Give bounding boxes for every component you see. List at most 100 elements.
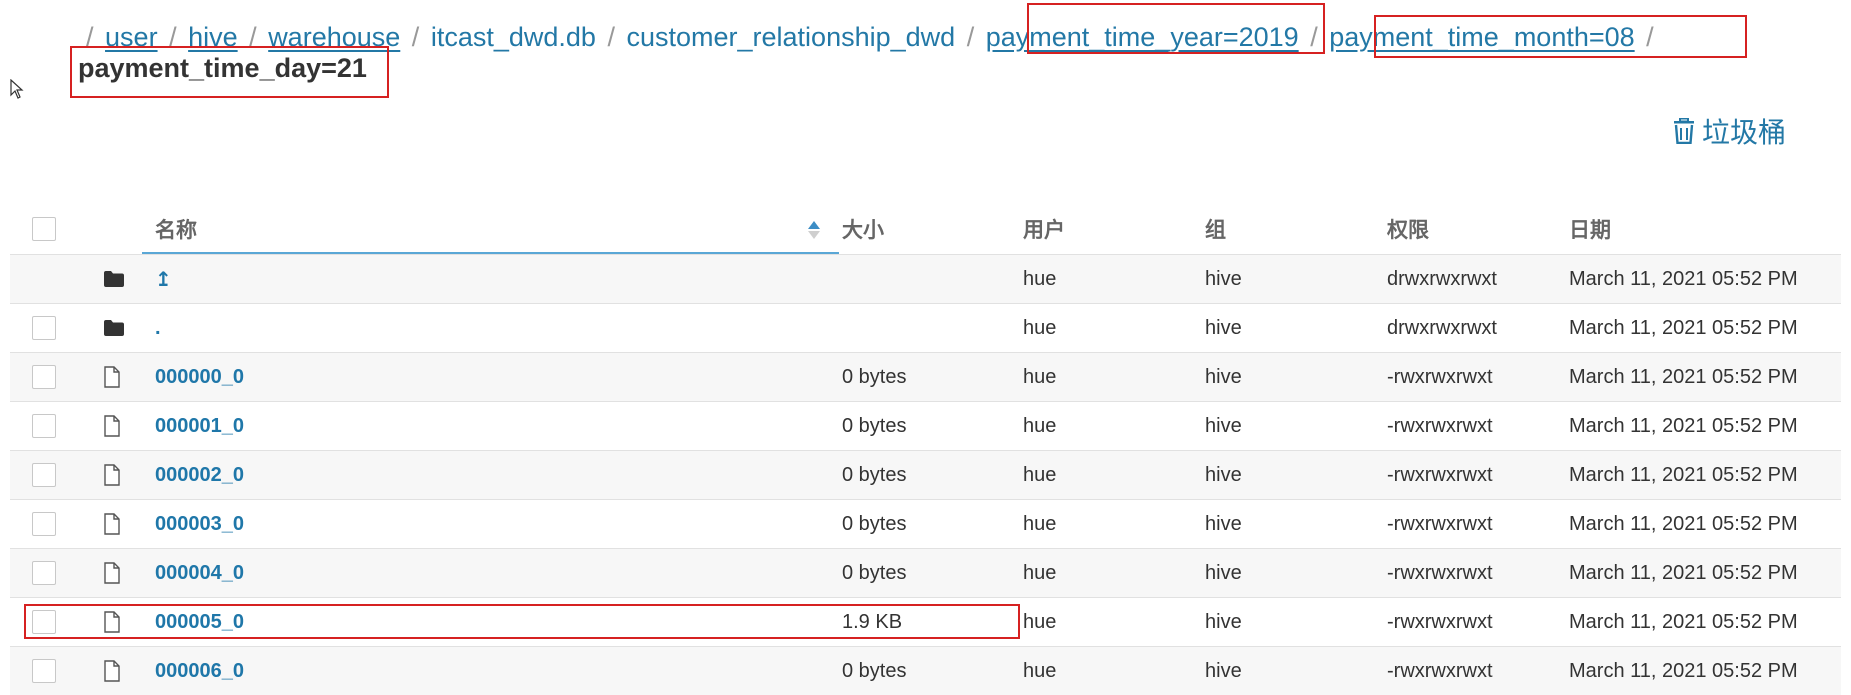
breadcrumb-separator: / [966,22,975,52]
table-row[interactable]: . hue hive drwxrwxrwxt March 11, 2021 05:52 … [10,303,1841,352]
column-header-permissions[interactable]: 权限 [1387,204,1429,254]
file-group: hive [1205,316,1242,339]
breadcrumb-separator: / [1646,22,1654,52]
file-name-link[interactable]: 000004_0 [155,562,244,585]
file-name-link[interactable]: 000000_0 [155,366,244,389]
file-name-link[interactable]: 000005_0 [155,611,244,634]
file-date: March 11, 2021 05:52 PM [1569,414,1798,437]
file-group: hive [1205,414,1242,437]
column-header-size[interactable]: 大小 [842,204,884,254]
file-group: hive [1205,267,1242,290]
table-row[interactable]: 000006_0 0 bytes hue hive -rwxrwxrwxt March 1… [10,646,1841,695]
file-size: 1.9 KB [842,610,903,633]
file-icon [103,500,121,548]
trash-icon [1674,118,1694,144]
mouse-cursor-icon [10,79,24,99]
file-date: March 11, 2021 05:52 PM [1569,610,1798,633]
select-all-checkbox[interactable] [32,217,56,241]
trash-button[interactable]: 垃圾桶 [1672,111,1786,151]
trash-label: 垃圾桶 [1702,117,1787,148]
file-group: hive [1205,659,1242,682]
file-user: hue [1023,316,1057,339]
breadcrumb-table[interactable]: customer_relationship_dwd [626,22,955,52]
file-user: hue [1023,414,1057,437]
row-checkbox[interactable] [32,365,56,389]
folder-icon [103,304,125,352]
file-group: hive [1205,512,1242,535]
table-row[interactable]: 000001_0 0 bytes hue hive -rwxrwxrwxt March 1… [10,401,1841,450]
file-group: hive [1205,610,1242,633]
file-group: hive [1205,561,1242,584]
folder-icon [103,255,125,303]
file-name-link[interactable]: 000006_0 [155,660,244,683]
breadcrumb-partition-month[interactable]: payment_time_month=08 [1329,22,1634,52]
file-date: March 11, 2021 05:52 PM [1569,659,1798,682]
file-table: 名称 大小 用户 组 权限 日期 ↥ hue hive drwxrwxrwxt Marc… [10,204,1841,695]
file-user: hue [1023,561,1057,584]
file-name-link[interactable]: . [155,317,161,340]
file-permissions: drwxrwxrwxt [1387,316,1497,339]
table-header-row: 名称 大小 用户 组 权限 日期 [10,204,1841,254]
file-date: March 11, 2021 05:52 PM [1569,512,1798,535]
table-row[interactable]: 000004_0 0 bytes hue hive -rwxrwxrwxt March 1… [10,548,1841,597]
file-icon [103,451,121,499]
file-name-link[interactable]: 000002_0 [155,464,244,487]
breadcrumb-separator: / [607,22,615,52]
file-name-link[interactable]: 000001_0 [155,415,244,438]
column-header-name[interactable]: 名称 [155,204,197,254]
row-checkbox[interactable] [32,659,56,683]
file-icon [103,647,121,695]
table-row[interactable]: 000000_0 0 bytes hue hive -rwxrwxrwxt March 1… [10,352,1841,401]
column-header-date[interactable]: 日期 [1569,204,1611,254]
file-user: hue [1023,659,1057,682]
file-permissions: -rwxrwxrwxt [1387,610,1493,633]
file-icon [103,353,121,401]
file-size: 0 bytes [842,365,907,388]
file-date: March 11, 2021 05:52 PM [1569,267,1798,290]
file-user: hue [1023,512,1057,535]
table-row[interactable]: 000002_0 0 bytes hue hive -rwxrwxrwxt March 1… [10,450,1841,499]
file-user: hue [1023,267,1057,290]
file-user: hue [1023,463,1057,486]
file-permissions: drwxrwxrwxt [1387,267,1497,290]
file-name-link[interactable]: 000003_0 [155,513,244,536]
breadcrumb-database[interactable]: itcast_dwd.db [431,22,596,52]
row-checkbox[interactable] [32,610,56,634]
file-icon [103,549,121,597]
column-header-group[interactable]: 组 [1205,204,1226,254]
row-checkbox[interactable] [32,561,56,585]
table-row[interactable]: 000005_0 1.9 KB hue hive -rwxrwxrwxt March 11… [10,597,1841,646]
file-date: March 11, 2021 05:52 PM [1569,316,1798,339]
file-icon [103,598,121,646]
file-size: 0 bytes [842,512,907,535]
breadcrumb-separator: / [411,22,420,52]
file-user: hue [1023,365,1057,388]
file-permissions: -rwxrwxrwxt [1387,414,1493,437]
file-permissions: -rwxrwxrwxt [1387,659,1493,682]
row-checkbox[interactable] [32,463,56,487]
breadcrumb-partition-year[interactable]: payment_time_year=2019 [986,22,1299,52]
file-permissions: -rwxrwxrwxt [1387,463,1493,486]
file-size: 0 bytes [842,659,907,682]
row-checkbox[interactable] [32,316,56,340]
sort-ascending-icon[interactable] [806,219,822,241]
table-row[interactable]: 000003_0 0 bytes hue hive -rwxrwxrwxt March 1… [10,499,1841,548]
file-permissions: -rwxrwxrwxt [1387,365,1493,388]
table-row[interactable]: ↥ hue hive drwxrwxrwxt March 11, 2021 05:52 … [10,254,1841,303]
file-permissions: -rwxrwxrwxt [1387,561,1493,584]
breadcrumb-current: payment_time_day=21 [78,53,367,83]
file-group: hive [1205,365,1242,388]
file-user: hue [1023,610,1057,633]
file-size: 0 bytes [842,463,907,486]
breadcrumb-separator: / [1310,22,1318,52]
file-size: 0 bytes [842,561,907,584]
file-date: March 11, 2021 05:52 PM [1569,561,1798,584]
row-checkbox[interactable] [32,414,56,438]
row-checkbox[interactable] [32,512,56,536]
file-name-link[interactable]: ↥ [155,267,172,292]
file-date: March 11, 2021 05:52 PM [1569,463,1798,486]
file-size: 0 bytes [842,414,907,437]
column-header-user[interactable]: 用户 [1023,204,1065,254]
file-permissions: -rwxrwxrwxt [1387,512,1493,535]
file-date: March 11, 2021 05:52 PM [1569,365,1798,388]
